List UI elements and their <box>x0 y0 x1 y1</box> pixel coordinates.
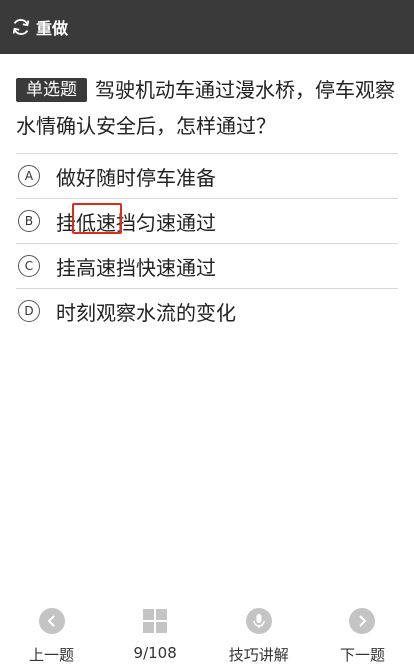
option-c[interactable]: C 挂高速挡快速通过 <box>16 243 398 288</box>
option-letter-a: A <box>18 165 40 187</box>
prev-question-button[interactable]: 上一题 <box>0 602 103 670</box>
option-text-d: 时刻观察水流的变化 <box>56 300 236 325</box>
question: 单选题 驾驶机动车通过漫水桥，停车观察水情确认安全后，怎样通过？ <box>16 72 398 144</box>
highlight-annotation <box>72 203 122 234</box>
microphone-icon <box>245 608 272 634</box>
option-text-c: 挂高速挡快速通过 <box>56 255 216 280</box>
options-list: A 做好随时停车准备 B 挂低速挡匀速通过 C 挂高速挡快速通过 D 时刻观察水… <box>16 153 398 333</box>
chevron-right-icon <box>349 608 376 634</box>
option-d[interactable]: D 时刻观察水流的变化 <box>16 288 398 333</box>
question-grid-button[interactable]: 9/108 <box>104 602 207 670</box>
option-letter-d: D <box>18 300 40 322</box>
tips-button[interactable]: 技巧讲解 <box>207 602 310 670</box>
option-text-a: 做好随时停车准备 <box>56 165 216 190</box>
redo-label: 重做 <box>36 19 69 38</box>
option-a[interactable]: A 做好随时停车准备 <box>16 153 398 198</box>
option-letter-c: C <box>18 255 40 277</box>
top-bar: 重做 <box>0 0 414 54</box>
next-question-label: 下一题 <box>339 646 385 664</box>
option-letter-b: B <box>18 210 40 232</box>
progress-label: 9/108 <box>133 644 177 662</box>
next-question-button[interactable]: 下一题 <box>311 602 414 670</box>
question-type-badge: 单选题 <box>16 78 87 102</box>
grid-icon <box>143 609 168 633</box>
prev-question-label: 上一题 <box>28 646 74 664</box>
chevron-left-icon <box>38 608 65 634</box>
redo-button[interactable]: 重做 <box>10 15 68 39</box>
tips-label: 技巧讲解 <box>228 646 289 664</box>
refresh-icon <box>12 19 30 35</box>
bottom-nav: 上一题 9/108 技巧讲解 下一题 <box>0 602 414 670</box>
